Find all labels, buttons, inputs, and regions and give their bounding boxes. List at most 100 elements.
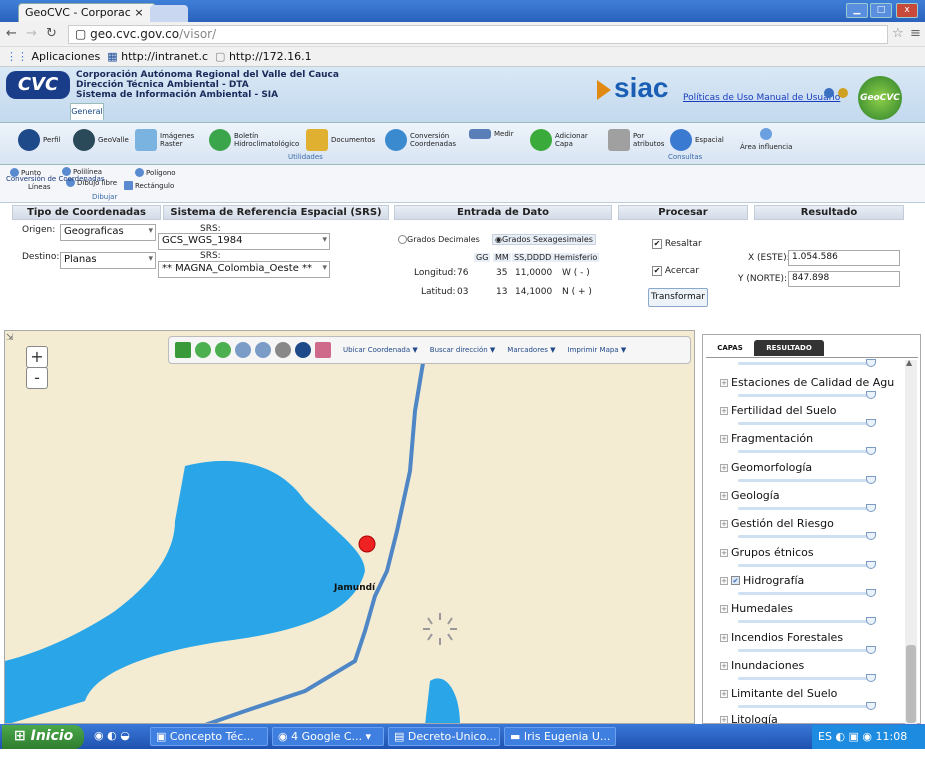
taskbar-item[interactable]: ▬ Iris Eugenia U... <box>504 727 616 746</box>
minimize-icon[interactable]: ▁ <box>846 3 868 18</box>
y-result-field[interactable]: 847.898 <box>788 271 900 287</box>
next-extent-icon[interactable] <box>215 342 231 358</box>
bookmark-star-icon[interactable]: ☆ <box>892 26 904 41</box>
previous-extent-icon[interactable] <box>195 342 211 358</box>
destino-select[interactable]: Planas <box>60 252 156 269</box>
tab-capas[interactable]: CAPAS <box>710 340 750 356</box>
close-tab-icon[interactable]: × <box>134 6 143 19</box>
imagenes-raster-button[interactable]: Imágenes Raster <box>135 129 194 151</box>
scrollbar-thumb[interactable] <box>906 645 916 723</box>
location-marker-icon[interactable] <box>358 535 376 553</box>
language-indicator[interactable]: ES <box>818 730 832 743</box>
medir-button[interactable]: Medir <box>469 129 514 139</box>
opacity-slider[interactable] <box>738 705 874 708</box>
expand-icon[interactable]: + <box>720 715 728 724</box>
map-canvas[interactable]: Jamundí <box>4 330 695 724</box>
expand-icon[interactable]: + <box>720 519 728 528</box>
origen-select[interactable]: Geograficas <box>60 224 156 241</box>
layer-item[interactable]: + Incendios Forestales <box>720 631 906 644</box>
boletin-button[interactable]: Boletín Hidroclimatológico <box>209 129 299 151</box>
taskbar-item[interactable]: ▤ Decreto-Unico... <box>388 727 500 746</box>
policy-link[interactable]: Políticas de Uso <box>683 93 754 103</box>
layer-item[interactable]: + Humedales <box>720 602 906 615</box>
expand-icon[interactable]: + <box>720 689 728 698</box>
perfil-button[interactable]: Perfil <box>18 129 61 151</box>
tray-icons[interactable]: ◐ ▣ ◉ <box>835 730 872 743</box>
lat-gg-input[interactable]: 03 <box>457 287 468 297</box>
expand-icon[interactable]: + <box>720 463 728 472</box>
expand-icon[interactable]: + <box>720 661 728 670</box>
lon-mm-input[interactable]: 35 <box>496 268 507 278</box>
conversion-tab[interactable]: Conversión de Coordenadas <box>6 175 105 183</box>
expand-icon[interactable]: + <box>720 548 728 557</box>
opacity-slider[interactable] <box>738 677 874 680</box>
close-window-icon[interactable]: x <box>896 3 918 18</box>
zoom-in-button[interactable]: + <box>26 346 48 368</box>
imprimir-mapa-menu[interactable]: Imprimir Mapa ▼ <box>568 346 627 354</box>
scroll-up-icon[interactable]: ▲ <box>906 358 912 367</box>
tab-resultado[interactable]: RESULTADO <box>754 340 824 356</box>
lat-mm-input[interactable]: 13 <box>496 287 507 297</box>
opacity-slider[interactable] <box>738 362 874 365</box>
taskbar-item[interactable]: ▣ Concepto Téc... <box>150 727 268 746</box>
expand-icon[interactable]: + <box>720 633 728 642</box>
por-atributos-button[interactable]: Por atributos <box>608 129 664 151</box>
grados-decimales-option[interactable]: Grados Decimales <box>398 235 480 244</box>
lon-gg-input[interactable]: 76 <box>457 268 468 278</box>
start-button[interactable]: ⊞ Inicio <box>2 725 84 749</box>
lineas-button[interactable]: Líneas <box>28 183 51 191</box>
opacity-slider[interactable] <box>738 394 874 397</box>
bookmark-intranet[interactable]: http://intranet.c <box>121 50 208 63</box>
layer-item[interactable]: + Inundaciones <box>720 659 906 672</box>
opacity-slider[interactable] <box>738 507 874 510</box>
url-bar[interactable]: ▢ geo.cvc.gov.co/visor/ <box>68 25 888 44</box>
layer-item[interactable]: + Gestión del Riesgo <box>720 517 906 530</box>
identify-icon[interactable] <box>295 342 311 358</box>
expand-icon[interactable]: + <box>720 434 728 443</box>
lat-ss-input[interactable]: 14,1000 <box>515 287 552 297</box>
acercar-checkbox[interactable]: ✔ Acercar <box>652 266 699 276</box>
eraser-icon[interactable] <box>315 342 331 358</box>
layer-item[interactable]: + Geomorfología <box>720 461 906 474</box>
opacity-slider[interactable] <box>738 479 874 482</box>
grados-sexagesimales-option[interactable]: ◉Grados Sexagesimales <box>492 234 596 245</box>
pan-icon[interactable] <box>275 342 291 358</box>
buscar-direccion-menu[interactable]: Buscar dirección ▼ <box>430 346 496 354</box>
transformar-button[interactable]: Transformar <box>648 288 708 307</box>
opacity-slider[interactable] <box>738 422 874 425</box>
layer-item[interactable]: + Fragmentación <box>720 432 906 445</box>
x-result-field[interactable]: 1.054.586 <box>788 250 900 266</box>
lat-hemisferio[interactable]: N ( + ) <box>562 287 592 297</box>
opacity-slider[interactable] <box>738 535 874 538</box>
expand-icon[interactable]: + <box>720 604 728 613</box>
new-tab-button[interactable] <box>150 5 188 22</box>
help-icon[interactable] <box>824 88 834 98</box>
zoom-out-button[interactable]: - <box>26 367 48 389</box>
zoom-out-tool-icon[interactable] <box>255 342 271 358</box>
layer-item[interactable]: + ✔ Hidrografía <box>720 574 906 587</box>
expand-icon[interactable]: + <box>720 491 728 500</box>
layer-item[interactable]: + Fertilidad del Suelo <box>720 404 906 417</box>
layer-item[interactable]: + Geología <box>720 489 906 502</box>
lon-hemisferio[interactable]: W ( - ) <box>562 268 590 278</box>
layer-item[interactable]: + Estaciones de Calidad de Agu <box>720 376 906 389</box>
back-arrow-icon[interactable]: ← <box>6 26 17 41</box>
resaltar-checkbox[interactable]: ✔ Resaltar <box>652 239 702 249</box>
zoom-in-tool-icon[interactable] <box>235 342 251 358</box>
marcadores-menu[interactable]: Marcadores ▼ <box>507 346 555 354</box>
layer-item[interactable]: + Limitante del Suelo <box>720 687 906 700</box>
conversion-button[interactable]: Conversión Coordenadas <box>385 129 456 151</box>
geovalle-button[interactable]: GeoValle <box>73 129 129 151</box>
reload-icon[interactable]: ↻ <box>46 26 57 41</box>
menu-icon[interactable]: ≡ <box>910 26 921 41</box>
bookmark-apps[interactable]: Aplicaciones <box>32 50 101 63</box>
opacity-slider[interactable] <box>738 592 874 595</box>
opacity-slider[interactable] <box>738 620 874 623</box>
opacity-slider[interactable] <box>738 564 874 567</box>
layer-item[interactable]: + Grupos étnicos <box>720 546 906 559</box>
rectangulo-button[interactable]: Rectángulo <box>124 181 174 190</box>
area-influencia-button[interactable]: Área influencia <box>740 128 792 151</box>
bookmark-ip[interactable]: http://172.16.1 <box>229 50 312 63</box>
checkbox-checked-icon[interactable]: ✔ <box>731 576 740 585</box>
forward-arrow-icon[interactable]: → <box>26 26 37 41</box>
